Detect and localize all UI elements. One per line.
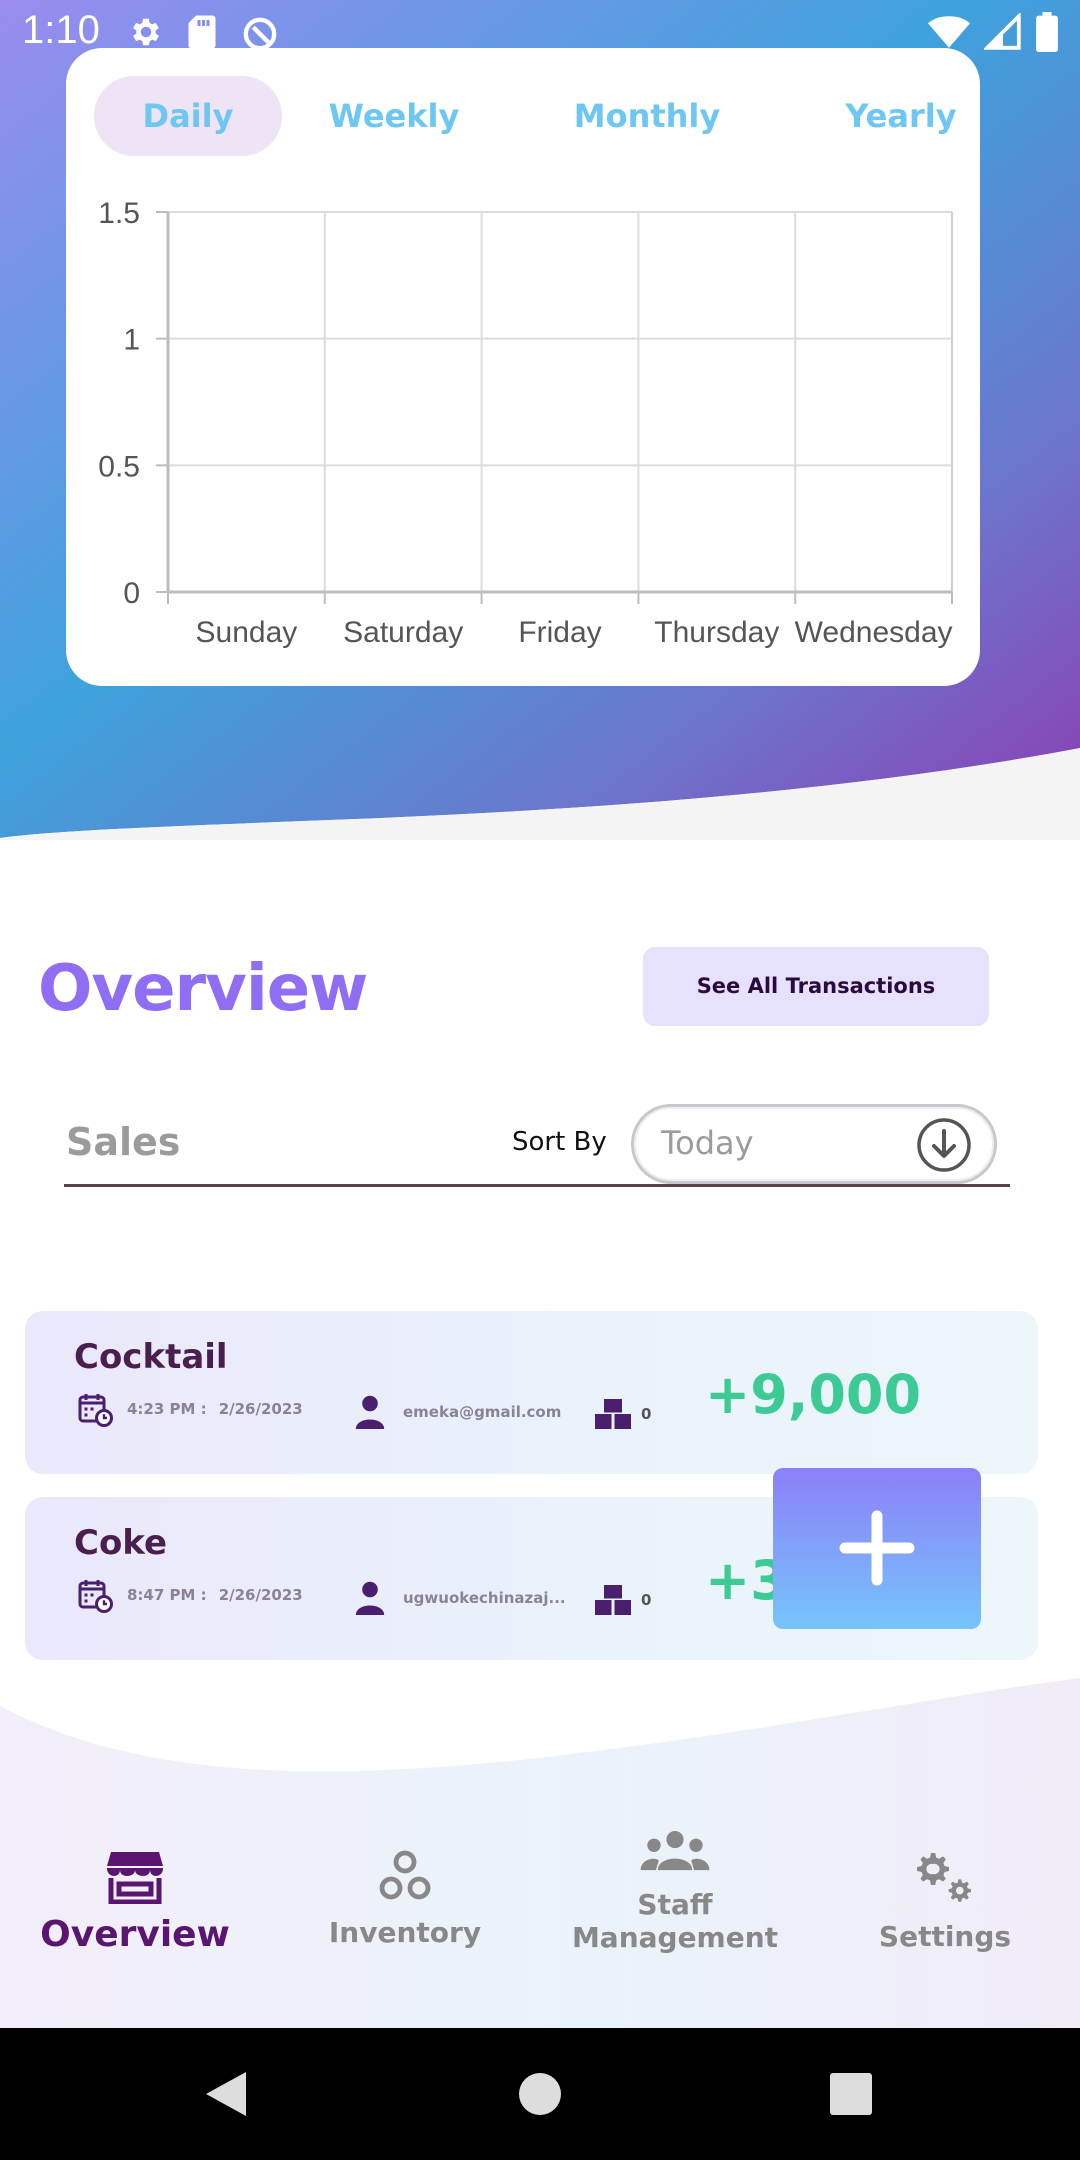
transaction-time: 8:47 PM : xyxy=(127,1586,207,1604)
nav-staff-management[interactable]: Staff Management xyxy=(560,1830,790,1954)
sales-divider xyxy=(64,1184,1010,1187)
system-navigation-bar xyxy=(0,2028,1080,2160)
group-icon xyxy=(640,1830,710,1871)
chart-x-tick-label: Friday xyxy=(518,616,601,649)
transaction-amount: +9,000 xyxy=(705,1363,922,1426)
chart-x-tick-label: Thursday xyxy=(654,616,779,649)
chart-card: Daily Weekly Monthly Yearly 0 0.5 1 1.5 Sund… xyxy=(66,48,980,686)
transaction-date: 2/26/2023 xyxy=(218,1400,303,1418)
chart-x-tick-label: Wednesday xyxy=(795,616,953,649)
chart-x-tick-label: Saturday xyxy=(343,616,463,649)
gears-icon xyxy=(917,1853,971,1902)
battery-icon xyxy=(1036,12,1058,52)
sort-by-value: Today xyxy=(661,1124,754,1162)
three-circles-icon xyxy=(379,1850,431,1900)
nav-settings-label: Settings xyxy=(878,1920,1012,1953)
chart-x-tick-label: Sunday xyxy=(196,616,298,649)
status-time: 1:10 xyxy=(22,8,100,52)
arrow-down-circle-icon xyxy=(917,1118,971,1172)
transaction-user: emeka@gmail.com xyxy=(355,1395,561,1429)
sd-card-icon xyxy=(188,15,216,49)
nav-overview-label: Overview xyxy=(40,1914,230,1955)
chart-y-tick-label: 1.5 xyxy=(98,197,140,230)
transaction-user: ugwuokechinazaj... xyxy=(355,1581,566,1615)
nav-staff-management-label: Staff Management xyxy=(571,1888,779,1954)
transaction-row[interactable]: Cocktail 4:23 PM : 2/26/2023 emeka@gmail… xyxy=(25,1311,1038,1474)
home-icon[interactable] xyxy=(518,2072,562,2116)
boxes-icon xyxy=(595,1585,631,1615)
transaction-datetime: 8:47 PM : 2/26/2023 xyxy=(77,1577,303,1613)
boxes-icon xyxy=(595,1399,631,1429)
transaction-time: 4:23 PM : xyxy=(127,1400,207,1418)
add-transaction-button[interactable] xyxy=(773,1468,981,1629)
nav-inventory[interactable]: Inventory xyxy=(320,1850,490,1949)
overview-title: Overview xyxy=(38,952,368,1026)
store-icon xyxy=(107,1852,163,1904)
transaction-quantity-value: 0 xyxy=(641,1405,652,1423)
sort-by-dropdown[interactable]: Today xyxy=(631,1104,997,1184)
transaction-datetime: 4:23 PM : 2/26/2023 xyxy=(77,1391,303,1427)
calendar-clock-icon xyxy=(78,1580,113,1613)
nav-overview[interactable]: Overview xyxy=(30,1850,240,1955)
recents-icon[interactable] xyxy=(830,2073,872,2115)
chart-y-tick-label: 0 xyxy=(123,577,140,610)
nav-settings[interactable]: Settings xyxy=(870,1850,1020,1953)
settings-gear-icon xyxy=(133,18,159,46)
calendar-clock-icon xyxy=(78,1394,113,1427)
transaction-user-email: ugwuokechinazaj... xyxy=(403,1589,566,1607)
see-all-transactions-button[interactable]: See All Transactions xyxy=(643,947,989,1026)
sales-label: Sales xyxy=(66,1120,181,1164)
wifi-icon xyxy=(928,16,970,48)
sort-by-label: Sort By xyxy=(512,1127,607,1157)
transaction-quantity: 0 xyxy=(595,1399,651,1429)
daily-sales-chart: 0 0.5 1 1.5 Sunday Saturday Friday Thursday Wedn… xyxy=(98,197,953,649)
person-icon xyxy=(355,1581,385,1615)
transaction-user-email: emeka@gmail.com xyxy=(403,1403,562,1421)
back-icon[interactable] xyxy=(204,2070,248,2118)
nav-inventory-label: Inventory xyxy=(328,1916,482,1949)
chart-y-tick-label: 1 xyxy=(123,324,140,357)
chart-y-tick-label: 0.5 xyxy=(98,450,140,483)
transaction-date: 2/26/2023 xyxy=(218,1586,303,1604)
plus-icon xyxy=(839,1510,915,1586)
transaction-quantity: 0 xyxy=(595,1585,651,1615)
signal-icon xyxy=(984,13,1021,50)
bottom-nav-background xyxy=(0,1678,1080,2028)
person-icon xyxy=(355,1395,385,1429)
transaction-name: Coke xyxy=(74,1523,168,1563)
transaction-name: Cocktail xyxy=(74,1337,228,1377)
transaction-quantity-value: 0 xyxy=(641,1591,652,1609)
